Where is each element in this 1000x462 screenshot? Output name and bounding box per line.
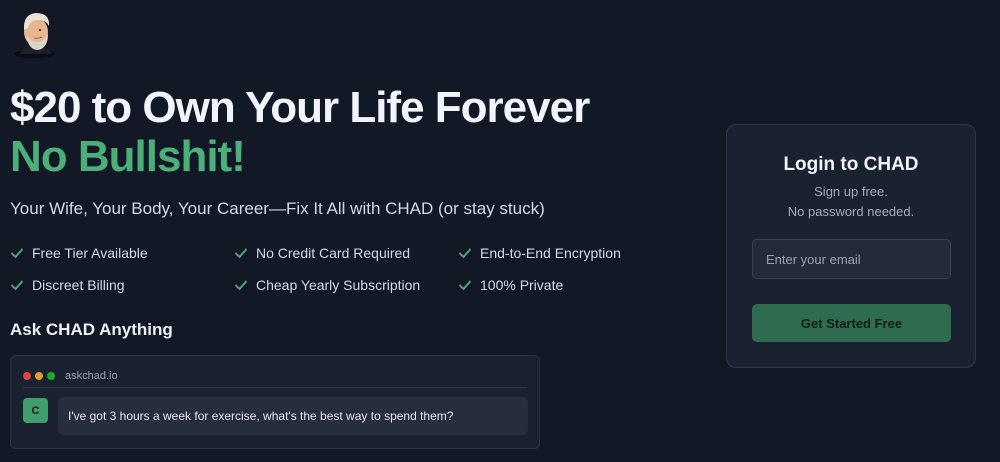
login-description-line2: No password needed. <box>787 204 915 219</box>
close-dot-icon <box>23 371 31 380</box>
check-icon <box>459 248 471 258</box>
feature-item: 100% Private <box>458 275 682 295</box>
feature-item: Discreet Billing <box>10 275 234 295</box>
login-description-line1: Sign up free. <box>814 184 888 199</box>
landing-page: $20 to Own Your Life Forever No Bullshit… <box>0 0 1000 462</box>
feature-item: End-to-End Encryption <box>458 243 682 263</box>
check-icon <box>11 248 23 258</box>
feature-item: No Credit Card Required <box>234 243 458 263</box>
hero-title: $20 to Own Your Life Forever <box>10 83 590 132</box>
feature-list: Free Tier Available No Credit Card Requi… <box>10 243 710 295</box>
bearded-man-avatar-icon <box>10 8 62 58</box>
feature-label: Cheap Yearly Subscription <box>256 277 421 293</box>
login-title: Login to CHAD <box>783 154 919 175</box>
check-icon <box>235 248 247 258</box>
get-started-button[interactable]: Get Started Free <box>752 304 951 342</box>
check-icon <box>459 280 471 290</box>
check-icon <box>235 280 247 290</box>
chat-user-avatar: C <box>23 398 48 423</box>
minimize-dot-icon <box>35 371 43 380</box>
feature-label: No Credit Card Required <box>256 245 411 261</box>
chat-message: I've got 3 hours a week for exercise, wh… <box>58 397 528 435</box>
feature-item: Cheap Yearly Subscription <box>234 275 458 295</box>
feature-label: 100% Private <box>480 277 564 293</box>
check-icon <box>11 280 23 290</box>
login-card: Login to CHAD Sign up free. No password … <box>726 124 976 368</box>
window-title-bar: askchad.io <box>23 364 527 388</box>
maximize-dot-icon <box>47 371 55 380</box>
feature-item: Free Tier Available <box>10 243 234 263</box>
feature-label: Free Tier Available <box>32 245 148 261</box>
feature-label: Discreet Billing <box>32 277 125 293</box>
email-field[interactable] <box>752 239 951 279</box>
window-url: askchad.io <box>65 369 118 382</box>
hero-subtitle: No Bullshit! <box>10 132 246 181</box>
ask-heading: Ask CHAD Anything <box>10 320 173 339</box>
chat-preview-window: askchad.io C I've got 3 hours a week for… <box>10 355 540 449</box>
feature-label: End-to-End Encryption <box>480 245 621 261</box>
hero-tagline: Your Wife, Your Body, Your Career—Fix It… <box>10 199 545 218</box>
